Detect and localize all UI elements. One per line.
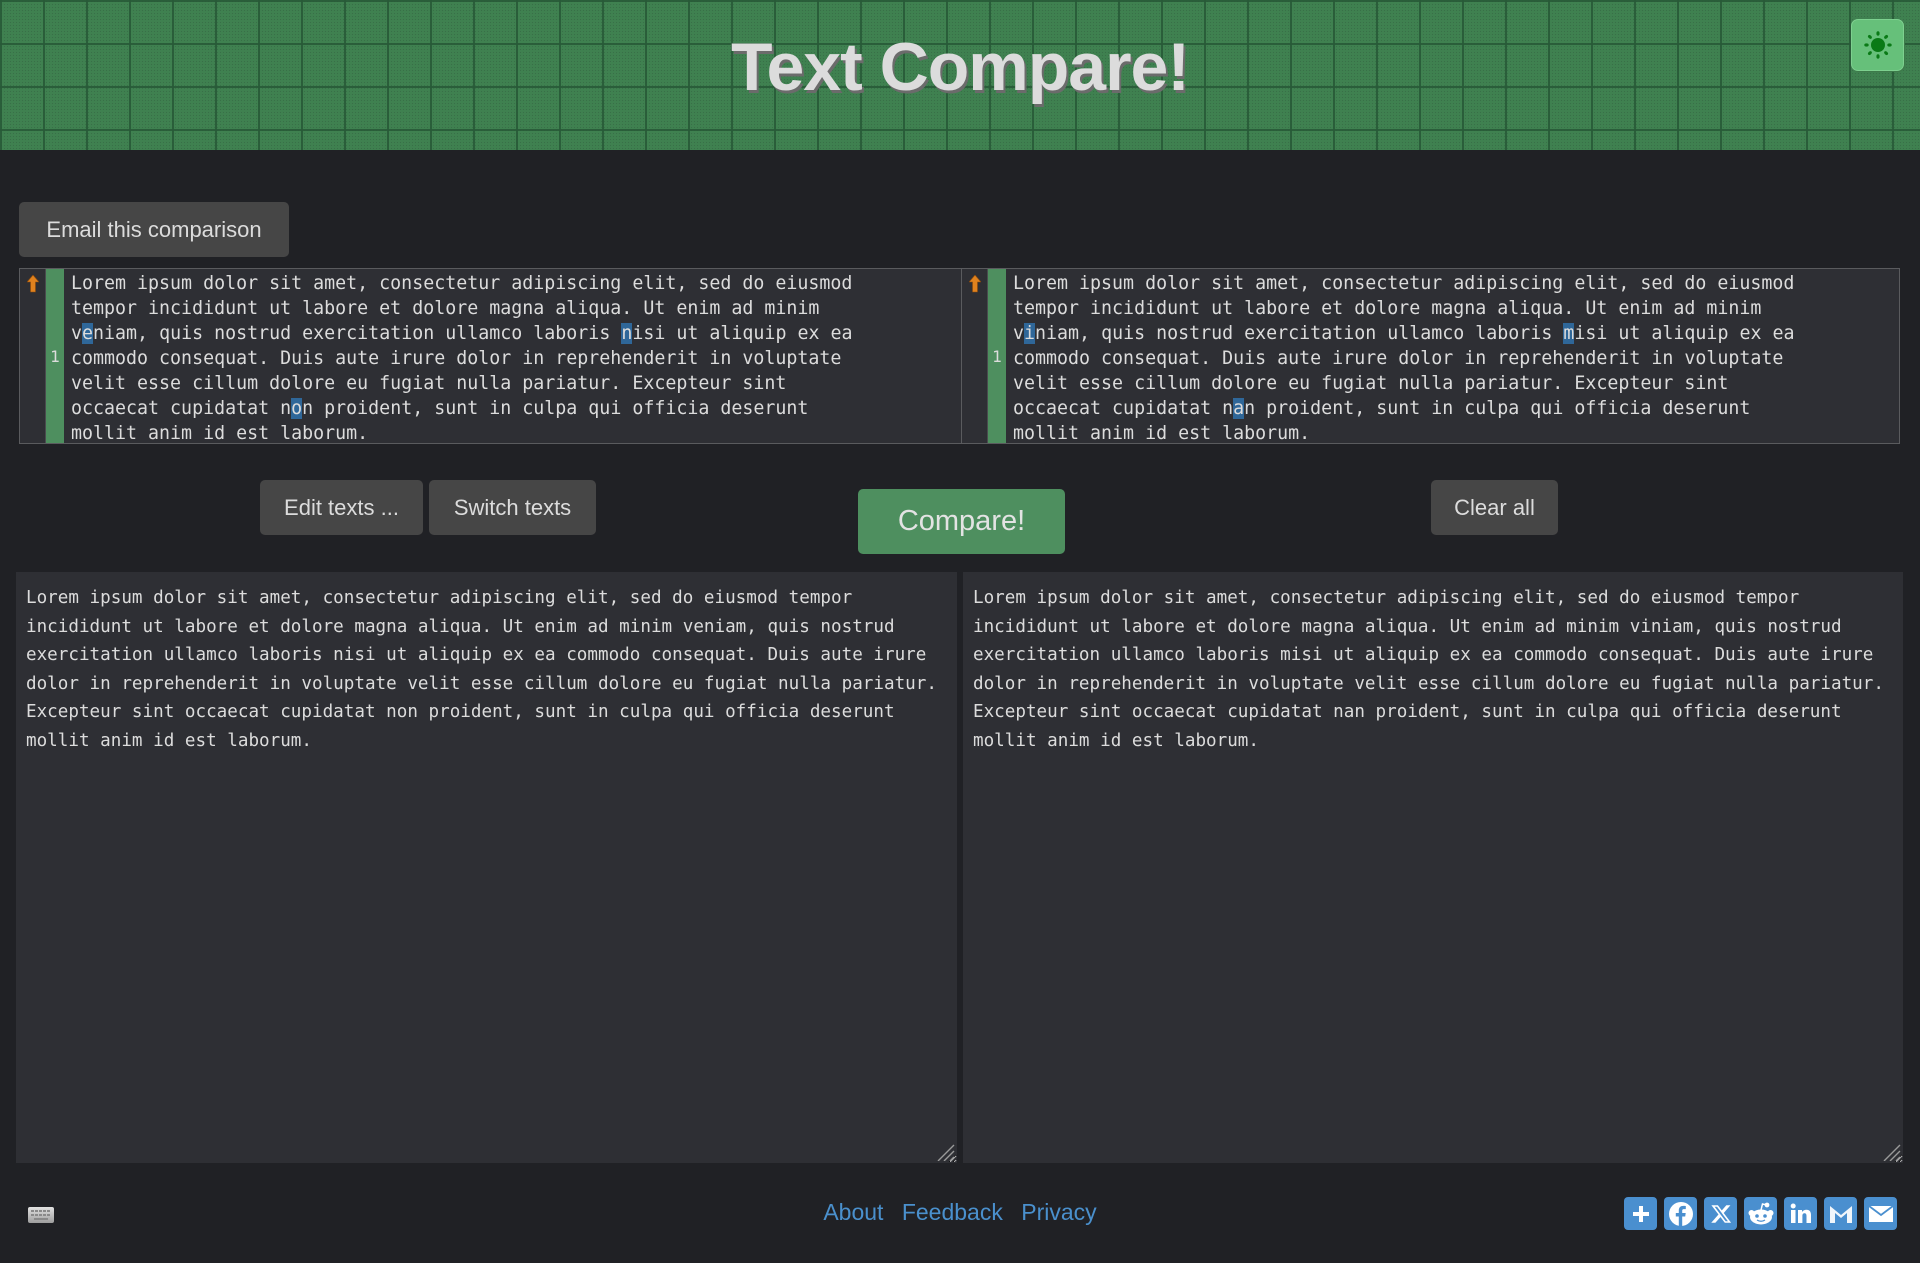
share-buttons	[1624, 1197, 1897, 1230]
right-text-input[interactable]	[963, 572, 1903, 1163]
diff-line: occaecat cupidatat nan proident, sunt in…	[1013, 396, 1794, 421]
diff-line: Lorem ipsum dolor sit amet, consectetur …	[71, 273, 853, 294]
x-icon	[1710, 1204, 1731, 1223]
diff-pane-right: 1 Lorem ipsum dolor sit amet, consectetu…	[962, 269, 1899, 444]
diff-char-highlight: i	[1024, 323, 1036, 344]
diff-char-highlight: n	[621, 323, 633, 344]
diff-line: tempor incididunt ut labore et dolore ma…	[71, 298, 820, 319]
linkedin-icon	[1790, 1203, 1811, 1223]
diff-segment: niam, quis nostrud exercitation ullamco …	[1035, 323, 1564, 344]
linkedin-share-button[interactable]	[1784, 1197, 1817, 1230]
diff-line: viniam, quis nostrud exercitation ullamc…	[1013, 321, 1794, 346]
diff-line: occaecat cupidatat non proident, sunt in…	[71, 396, 852, 421]
diff-line: mollit anim id est laborum.	[1013, 423, 1311, 444]
email-comparison-button[interactable]: Email this comparison	[19, 202, 289, 257]
line-number: 1	[992, 346, 1002, 366]
diff-segment: v	[71, 323, 83, 344]
diff-line: veniam, quis nostrud exercitation ullamc…	[71, 321, 852, 346]
page-title: Text Compare!	[730, 29, 1190, 105]
left-text-input[interactable]	[16, 572, 957, 1163]
sun-icon	[1863, 31, 1892, 59]
diff-line: commodo consequat. Duis aute irure dolor…	[71, 348, 842, 369]
gmail-share-button[interactable]	[1824, 1197, 1857, 1230]
facebook-icon	[1668, 1201, 1693, 1226]
diff-arrow-column	[20, 269, 46, 443]
reddit-share-button[interactable]	[1744, 1197, 1777, 1230]
diff-view: 1 Lorem ipsum dolor sit amet, consectetu…	[19, 268, 1900, 444]
up-arrow-icon[interactable]	[26, 275, 39, 293]
diff-line: velit esse cillum dolore eu fugiat nulla…	[71, 373, 787, 394]
clear-all-button[interactable]: Clear all	[1431, 480, 1558, 535]
switch-texts-button[interactable]: Switch texts	[429, 480, 596, 535]
line-number-gutter: 1	[46, 269, 64, 443]
x-share-button[interactable]	[1704, 1197, 1737, 1230]
theme-toggle-button[interactable]	[1851, 19, 1904, 71]
about-link[interactable]: About	[823, 1199, 883, 1225]
diff-line: mollit anim id est laborum.	[71, 423, 369, 444]
diff-segment: occaecat cupidatat n	[71, 398, 292, 419]
diff-line: tempor incididunt ut labore et dolore ma…	[1013, 298, 1762, 319]
header: Text Compare!	[0, 0, 1920, 150]
diff-segment: v	[1013, 323, 1025, 344]
diff-char-highlight: e	[82, 323, 94, 344]
resize-handle-icon[interactable]	[1880, 1143, 1902, 1161]
resize-handle-icon[interactable]	[934, 1143, 956, 1161]
diff-pane-left: 1 Lorem ipsum dolor sit amet, consectetu…	[20, 269, 962, 444]
diff-line: commodo consequat. Duis aute irure dolor…	[1013, 348, 1784, 369]
diff-segment: n proident, sunt in culpa qui officia de…	[1244, 398, 1751, 419]
diff-line: Lorem ipsum dolor sit amet, consectetur …	[1013, 273, 1795, 294]
diff-char-highlight: m	[1563, 323, 1575, 344]
diff-segment: occaecat cupidatat n	[1013, 398, 1234, 419]
diff-segment: isi ut aliquip ex ea	[632, 323, 853, 344]
diff-segment: niam, quis nostrud exercitation ullamco …	[93, 323, 622, 344]
diff-line: velit esse cillum dolore eu fugiat nulla…	[1013, 373, 1729, 394]
share-plus-button[interactable]	[1624, 1197, 1657, 1230]
feedback-link[interactable]: Feedback	[902, 1199, 1003, 1225]
diff-text-right: Lorem ipsum dolor sit amet, consectetur …	[1006, 269, 1795, 444]
diff-segment: n proident, sunt in culpa qui officia de…	[302, 398, 809, 419]
compare-button[interactable]: Compare!	[858, 489, 1065, 554]
email-icon	[1867, 1204, 1894, 1222]
reddit-icon	[1748, 1202, 1773, 1224]
facebook-share-button[interactable]	[1664, 1197, 1697, 1230]
edit-texts-button[interactable]: Edit texts ...	[260, 480, 423, 535]
diff-char-highlight: a	[1233, 398, 1245, 419]
email-share-button[interactable]	[1864, 1197, 1897, 1230]
gmail-icon	[1829, 1205, 1852, 1223]
line-number-gutter: 1	[988, 269, 1006, 443]
line-number: 1	[50, 346, 60, 366]
diff-segment: isi ut aliquip ex ea	[1574, 323, 1795, 344]
privacy-link[interactable]: Privacy	[1021, 1199, 1096, 1225]
share-plus-icon	[1632, 1205, 1649, 1222]
diff-arrow-column	[962, 269, 988, 443]
diff-char-highlight: o	[291, 398, 303, 419]
diff-text-left: Lorem ipsum dolor sit amet, consectetur …	[64, 269, 853, 444]
up-arrow-icon[interactable]	[968, 275, 981, 293]
